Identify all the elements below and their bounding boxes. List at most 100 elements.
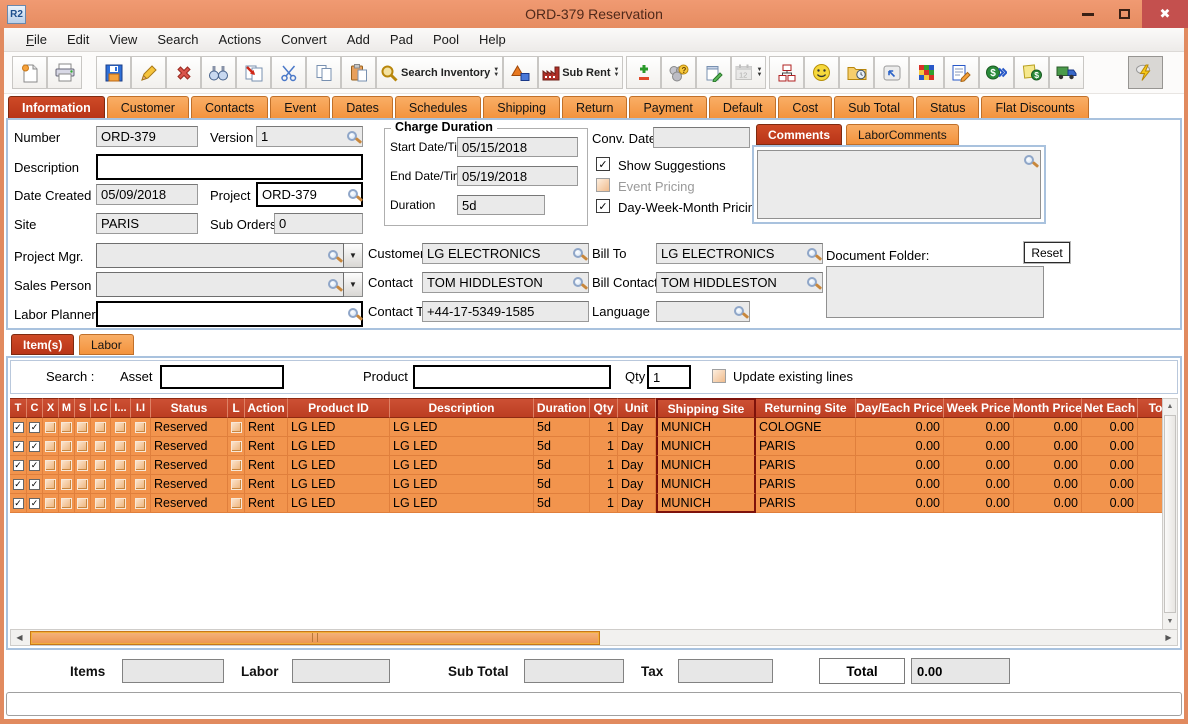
tab-sub-total[interactable]: Sub Total (834, 96, 914, 118)
org-chart-button[interactable] (769, 56, 804, 89)
version-field[interactable]: 1 (256, 126, 363, 147)
cell-i_i[interactable] (131, 418, 151, 437)
cell-net_each[interactable]: 0.00 (1082, 418, 1138, 437)
cell-s[interactable] (75, 494, 91, 513)
cell-t[interactable] (10, 494, 27, 513)
menu-item-convert[interactable]: Convert (271, 29, 337, 50)
i_i-checkbox[interactable] (135, 422, 146, 433)
cell-c[interactable] (27, 437, 43, 456)
i_c-checkbox[interactable] (95, 498, 106, 509)
s-checkbox[interactable] (77, 498, 88, 509)
cell-tot[interactable] (1138, 456, 1162, 475)
cell-status[interactable]: Reserved (151, 475, 228, 494)
horizontal-scrollbar[interactable]: ◀ ▶ (10, 629, 1178, 646)
cell-i_c[interactable] (91, 437, 111, 456)
column-header-duration[interactable]: Duration (534, 398, 590, 418)
cell-c[interactable] (27, 418, 43, 437)
new-document-button[interactable] (12, 56, 47, 89)
cell-m[interactable] (59, 494, 75, 513)
cell-x[interactable] (43, 475, 59, 494)
menu-item-file[interactable]: File (16, 29, 57, 50)
update-existing-lines-checkbox[interactable] (712, 369, 726, 383)
cell-i_i[interactable] (131, 456, 151, 475)
tab-status[interactable]: Status (916, 96, 979, 118)
add-line-button[interactable] (626, 56, 661, 89)
language-lookup-icon[interactable] (734, 306, 744, 316)
cell-unit[interactable]: Day (618, 494, 656, 513)
tab-dates[interactable]: Dates (332, 96, 393, 118)
column-header-shipping_site[interactable]: Shipping Site (656, 398, 756, 418)
cell-action[interactable]: Rent (245, 418, 288, 437)
tab-customer[interactable]: Customer (107, 96, 189, 118)
cell-s[interactable] (75, 418, 91, 437)
cell-t[interactable] (10, 475, 27, 494)
cell-qty[interactable]: 1 (590, 456, 618, 475)
group-question-button[interactable]: ? (661, 56, 696, 89)
project-mgr-dropdown-button[interactable]: ▼ (344, 243, 363, 268)
tab-comments[interactable]: Comments (756, 124, 842, 145)
cell-product_id[interactable]: LG LED (288, 456, 390, 475)
menu-item-edit[interactable]: Edit (57, 29, 99, 50)
cell-l[interactable] (228, 437, 245, 456)
column-header-returning_site[interactable]: Returning Site (756, 398, 856, 418)
bill-to-lookup-icon[interactable] (807, 248, 817, 258)
cell-l[interactable] (228, 456, 245, 475)
asset-input[interactable] (160, 365, 284, 389)
cell-duration[interactable]: 5d (534, 418, 590, 437)
cell-duration[interactable]: 5d (534, 494, 590, 513)
cell-month_price[interactable]: 0.00 (1014, 418, 1082, 437)
horizontal-scroll-thumb[interactable] (30, 631, 600, 645)
i_i-checkbox[interactable] (135, 460, 146, 471)
i_i-checkbox[interactable] (135, 441, 146, 452)
cell-description[interactable]: LG LED (390, 418, 534, 437)
tab-labor-comments[interactable]: LaborComments (846, 124, 959, 145)
tab-contacts[interactable]: Contacts (191, 96, 268, 118)
m-checkbox[interactable] (61, 498, 72, 509)
cell-m[interactable] (59, 475, 75, 494)
save-button[interactable] (96, 56, 131, 89)
c-checkbox[interactable] (29, 498, 40, 509)
spinner-arrows-icon[interactable]: ▼▼ (493, 68, 499, 78)
cell-i_c[interactable] (91, 456, 111, 475)
cell-day_each_price[interactable]: 0.00 (856, 437, 944, 456)
cell-s[interactable] (75, 456, 91, 475)
cell-l[interactable] (228, 475, 245, 494)
cell-week_price[interactable]: 0.00 (944, 494, 1014, 513)
sales-person-dropdown-button[interactable]: ▼ (344, 272, 363, 297)
cell-action[interactable]: Rent (245, 475, 288, 494)
column-header-i_i[interactable]: I.I (131, 398, 151, 418)
column-header-net_each[interactable]: Net Each (1082, 398, 1138, 418)
scroll-left-icon[interactable]: ◀ (11, 630, 28, 645)
c-checkbox[interactable] (29, 441, 40, 452)
project-mgr-lookup-icon[interactable] (328, 250, 338, 260)
column-header-action[interactable]: Action (245, 398, 288, 418)
cell-description[interactable]: LG LED (390, 475, 534, 494)
scroll-right-icon[interactable]: ▶ (1160, 630, 1177, 645)
notes-edit-button[interactable] (944, 56, 979, 89)
bill-to-field[interactable]: LG ELECTRONICS (656, 243, 823, 264)
x-checkbox[interactable] (45, 460, 56, 471)
menu-item-view[interactable]: View (99, 29, 147, 50)
cell-product_id[interactable]: LG LED (288, 437, 390, 456)
t-checkbox[interactable] (13, 479, 24, 490)
i_dot-checkbox[interactable] (115, 422, 126, 433)
cell-duration[interactable]: 5d (534, 456, 590, 475)
i_c-checkbox[interactable] (95, 441, 106, 452)
spinner-arrows-icon[interactable]: ▼▼ (614, 68, 620, 78)
dollar-forward-button[interactable]: $ (979, 56, 1014, 89)
cell-week_price[interactable]: 0.00 (944, 475, 1014, 494)
cell-i_c[interactable] (91, 475, 111, 494)
cell-i_c[interactable] (91, 494, 111, 513)
bill-contact-lookup-icon[interactable] (807, 277, 817, 287)
cell-day_each_price[interactable]: 0.00 (856, 418, 944, 437)
tab-event[interactable]: Event (270, 96, 330, 118)
cell-i_dot[interactable] (111, 437, 131, 456)
contact-field[interactable]: TOM HIDDLESTON (422, 272, 589, 293)
m-checkbox[interactable] (61, 441, 72, 452)
c-checkbox[interactable] (29, 422, 40, 433)
tab-default[interactable]: Default (709, 96, 777, 118)
comments-textarea[interactable] (757, 150, 1041, 219)
column-header-day_each_price[interactable]: Day/Each Price (856, 398, 944, 418)
cell-i_dot[interactable] (111, 418, 131, 437)
reset-button[interactable]: Reset (1024, 242, 1070, 263)
